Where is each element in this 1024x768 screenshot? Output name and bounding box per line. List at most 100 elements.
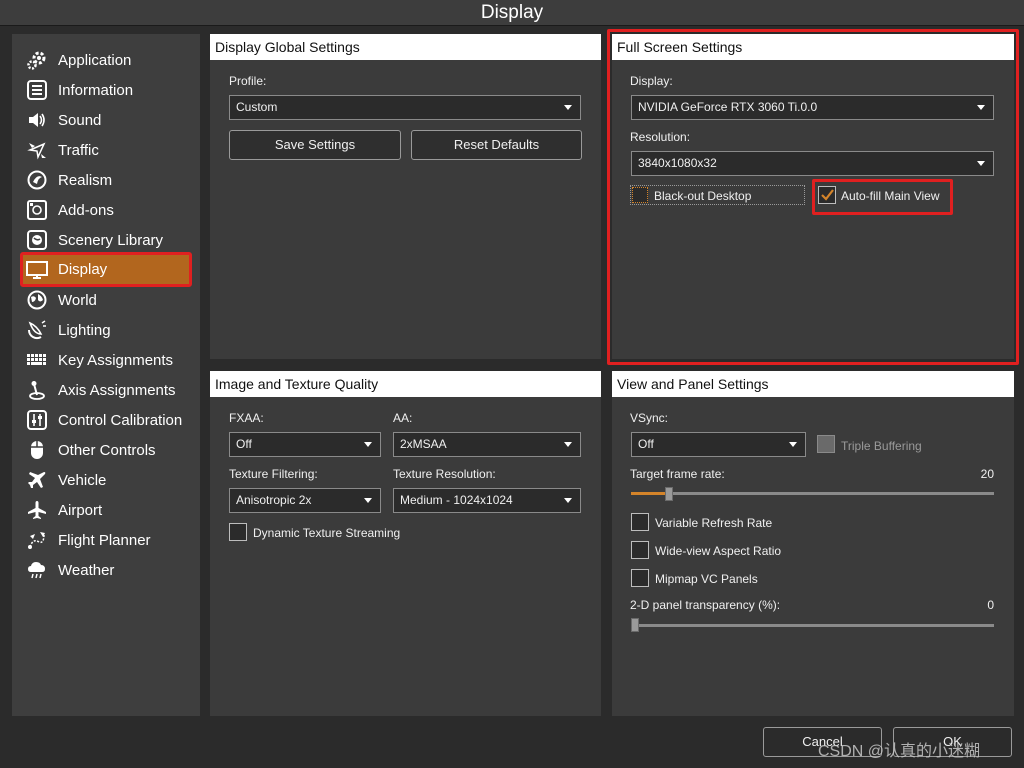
gear-icon: [26, 49, 48, 71]
sidebar-item-axis-assignments[interactable]: Axis Assignments: [20, 375, 192, 405]
panel-header: Image and Texture Quality: [210, 371, 601, 397]
fxaa-select[interactable]: Off: [229, 432, 381, 457]
sidebar-item-traffic[interactable]: Traffic: [20, 135, 192, 165]
sidebar-item-label: Application: [58, 51, 132, 69]
vsync-select[interactable]: Off: [631, 432, 806, 457]
chevron-down-icon: [564, 442, 572, 447]
chevron-down-icon: [364, 442, 372, 447]
aa-label: AA:: [393, 411, 413, 425]
chevron-down-icon: [564, 105, 572, 110]
sidebar-item-label: Axis Assignments: [58, 381, 176, 399]
sidebar: Application Information Sound Traffic Re…: [12, 34, 200, 716]
panel-header: Display Global Settings: [210, 34, 601, 60]
sliders-icon: [26, 409, 48, 431]
airport-icon: [26, 499, 48, 521]
sidebar-item-world[interactable]: World: [20, 285, 192, 315]
variable-refresh-rate-checkbox[interactable]: [631, 513, 649, 531]
sidebar-item-scenery-library[interactable]: Scenery Library: [20, 225, 192, 255]
sidebar-item-display[interactable]: Display: [20, 252, 192, 287]
target-frame-rate-slider-thumb[interactable]: [665, 487, 674, 501]
sidebar-item-label: Lighting: [58, 321, 111, 339]
monitor-icon: [26, 259, 48, 281]
cloud-icon: [26, 559, 48, 581]
sidebar-item-label: Traffic: [58, 141, 99, 159]
chevron-down-icon: [789, 442, 797, 447]
save-settings-button[interactable]: Save Settings: [229, 130, 401, 160]
mipmap-vc-panels-checkbox[interactable]: [631, 569, 649, 587]
sidebar-item-application[interactable]: Application: [20, 45, 192, 75]
sidebar-item-label: Other Controls: [58, 441, 156, 459]
sidebar-item-label: Realism: [58, 171, 113, 189]
panel-header: View and Panel Settings: [612, 371, 1014, 397]
sidebar-item-weather[interactable]: Weather: [20, 555, 192, 585]
target-frame-rate-slider[interactable]: [631, 492, 994, 495]
sidebar-item-label: Airport: [58, 501, 103, 519]
route-icon: [26, 529, 48, 551]
texture-filtering-select-value: Anisotropic 2x: [236, 493, 312, 507]
target-frame-rate-value: 20: [980, 467, 994, 481]
world-icon: [26, 289, 48, 311]
sidebar-item-label: Weather: [58, 561, 115, 579]
sidebar-item-key-assignments[interactable]: Key Assignments: [20, 345, 192, 375]
texture-resolution-select[interactable]: Medium - 1024x1024: [393, 488, 581, 513]
wide-view-aspect-ratio-label: Wide-view Aspect Ratio: [655, 544, 782, 558]
sidebar-item-label: Sound: [58, 111, 102, 129]
mipmap-vc-panels-label: Mipmap VC Panels: [655, 572, 758, 586]
texture-resolution-label: Texture Resolution:: [393, 467, 496, 481]
sidebar-item-label: World: [58, 291, 97, 309]
panel-transparency-label: 2-D panel transparency (%):: [630, 598, 781, 612]
profile-select[interactable]: Custom: [229, 95, 581, 120]
variable-refresh-rate-label: Variable Refresh Rate: [655, 516, 773, 530]
sidebar-item-sound[interactable]: Sound: [20, 105, 192, 135]
sidebar-item-label: Scenery Library: [58, 231, 164, 249]
vsync-label: VSync:: [630, 411, 669, 425]
aa-select[interactable]: 2xMSAA: [393, 432, 581, 457]
sidebar-item-vehicle[interactable]: Vehicle: [20, 465, 192, 495]
texture-filtering-select[interactable]: Anisotropic 2x: [229, 488, 381, 513]
aa-select-value: 2xMSAA: [400, 437, 447, 451]
autofill-main-view-highlight: [812, 179, 953, 215]
sidebar-item-label: Key Assignments: [58, 351, 174, 369]
dynamic-texture-streaming-label: Dynamic Texture Streaming: [253, 526, 401, 540]
triple-buffering-label: Triple Buffering: [841, 439, 922, 453]
fxaa-label: FXAA:: [229, 411, 264, 425]
plane-icon: [26, 469, 48, 491]
sidebar-item-other-controls[interactable]: Other Controls: [20, 435, 192, 465]
traffic-icon: [26, 139, 48, 161]
window-title: Display: [0, 0, 1024, 26]
reset-defaults-button[interactable]: Reset Defaults: [411, 130, 582, 160]
chevron-down-icon: [364, 498, 372, 503]
wide-view-aspect-ratio-checkbox[interactable]: [631, 541, 649, 559]
triple-buffering-checkbox[interactable]: [817, 435, 835, 453]
sidebar-item-control-calibration[interactable]: Control Calibration: [20, 405, 192, 435]
vsync-select-value: Off: [638, 437, 654, 451]
sidebar-item-flight-planner[interactable]: Flight Planner: [20, 525, 192, 555]
realism-icon: [26, 169, 48, 191]
view-panel-settings-panel: View and Panel Settings VSync: Off Tripl…: [612, 371, 1014, 716]
sidebar-item-label: Display: [58, 261, 108, 278]
profile-label: Profile:: [229, 74, 267, 88]
target-frame-rate-label: Target frame rate:: [630, 467, 725, 481]
joystick-icon: [26, 379, 48, 401]
sidebar-item-airport[interactable]: Airport: [20, 495, 192, 525]
panel-transparency-slider-thumb[interactable]: [631, 618, 639, 632]
sidebar-item-information[interactable]: Information: [20, 75, 192, 105]
sidebar-item-lighting[interactable]: Lighting: [20, 315, 192, 345]
addons-icon: [26, 199, 48, 221]
chevron-down-icon: [564, 498, 572, 503]
list-icon: [26, 79, 48, 101]
sidebar-item-label: Information: [58, 81, 134, 99]
panel-transparency-slider[interactable]: [631, 624, 994, 627]
lighting-icon: [26, 319, 48, 341]
sidebar-item-label: Flight Planner: [58, 531, 151, 549]
sidebar-item-realism[interactable]: Realism: [20, 165, 192, 195]
fxaa-select-value: Off: [236, 437, 252, 451]
image-texture-quality-panel: Image and Texture Quality FXAA: Off AA: …: [210, 371, 601, 716]
keyboard-icon: [26, 349, 48, 371]
target-frame-rate-slider-fill: [631, 492, 668, 495]
texture-filtering-label: Texture Filtering:: [229, 467, 318, 481]
sidebar-item-add-ons[interactable]: Add-ons: [20, 195, 192, 225]
dynamic-texture-streaming-checkbox[interactable]: [229, 523, 247, 541]
profile-select-value: Custom: [236, 100, 278, 114]
speaker-icon: [26, 109, 48, 131]
